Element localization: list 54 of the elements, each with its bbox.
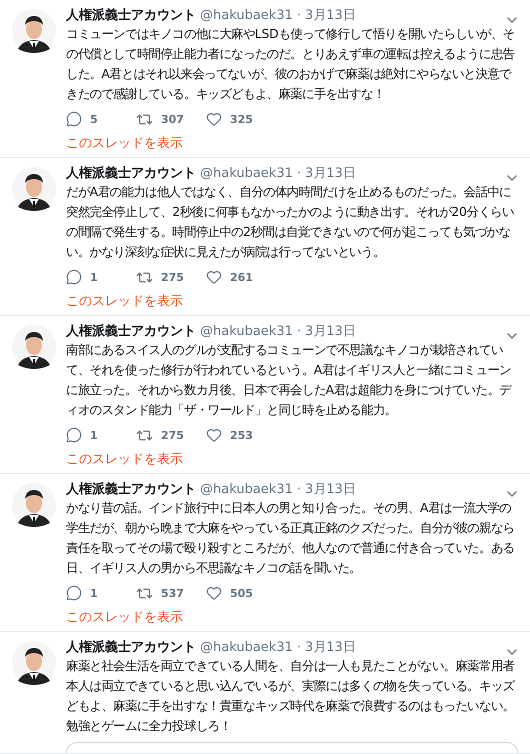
- tweet-text: コミューンではキノコの他に大麻やLSDも使って修行して悟りを開いたらしいが、その代償として時間停止能力者になったのだ。とりあえず車の運転は控えるように忠告した。A君とはそれ以来会ってないが、彼のおかげで麻薬は絶対にやらないと決意できたので感謝している。キッズどもよ、麻薬に手を出すな！: [66, 25, 516, 103]
- speech-bubble-icon: [66, 111, 82, 127]
- speech-bubble-icon: [66, 269, 82, 285]
- tweet-text: だがA君の能力は他人ではなく、自分の体内時間だけを止めるものだった。会話中に突然完全停止して、2秒後に何事もなかったかのように動き出す。それが20分くらいの間隔で発生する。時間停止中の2秒間は自覚できないので何が起こっても気づかない。かなり深刻な症状に見えたが病院は行ってないという。: [66, 183, 515, 261]
- user-handle: @hakubaek31: [200, 7, 293, 24]
- heart-icon: [206, 585, 222, 601]
- user-name[interactable]: 人権派義士アカウント: [66, 165, 196, 182]
- show-thread-link[interactable]: このスレッドを表示: [66, 608, 183, 626]
- reply-button[interactable]: 1: [66, 585, 136, 601]
- user-name[interactable]: 人権派義士アカウント: [66, 7, 196, 24]
- show-thread-link[interactable]: このスレッドを表示: [66, 134, 183, 152]
- tweet-text: 麻薬と社会生活を両立できている人間を、自分は一人も見たことがない。麻薬常用者本人は両立できていると思い込んでいるが、実際には多くの物を失っている。キッズどもよ、麻薬に手を出すな！貴重なキッズ時代を麻薬で浪費するのはもったいない。勉強とゲームに全力投球しろ！: [66, 657, 516, 735]
- user-handle: @hakubaek31: [200, 323, 293, 340]
- heart-icon: [206, 111, 222, 127]
- user-handle: @hakubaek31: [200, 481, 293, 498]
- tweet-text: 南部にあるスイス人のグルが支配するコミューンで不思議なキノコが栽培されていて、それを使った修行が行われているという。A君はイギリス人と一緒にコミューンに旅立った。それから数カ月後、日本で再会したA君は超能力を身につけていた。ディオのスタンド能力「ザ・ワールド」と同じ時を止める能力。: [66, 341, 513, 419]
- separator-dot: ·: [296, 165, 302, 182]
- user-handle: @hakubaek31: [200, 165, 293, 182]
- separator-dot: ·: [296, 323, 302, 340]
- separator-dot: ·: [296, 639, 302, 656]
- like-button[interactable]: 261: [206, 269, 276, 285]
- user-name[interactable]: 人権派義士アカウント: [66, 639, 196, 656]
- retweet-button[interactable]: 537: [136, 584, 206, 602]
- tweet-date[interactable]: 3月13日: [305, 323, 356, 340]
- like-button[interactable]: 505: [206, 585, 276, 601]
- like-button[interactable]: 325: [206, 111, 276, 127]
- avatar[interactable]: [12, 325, 56, 369]
- show-thread-link[interactable]: このスレッドを表示: [66, 292, 183, 310]
- avatar[interactable]: [12, 641, 56, 685]
- user-handle: @hakubaek31: [200, 639, 293, 656]
- reply-button[interactable]: 1: [66, 427, 136, 443]
- reply-button[interactable]: 5: [66, 111, 136, 127]
- avatar[interactable]: [12, 483, 56, 527]
- heart-icon: [206, 427, 222, 443]
- avatar[interactable]: [12, 9, 56, 53]
- tweet-date[interactable]: 3月13日: [305, 165, 356, 182]
- retweet-button[interactable]: 275: [136, 268, 206, 286]
- user-name[interactable]: 人権派義士アカウント: [66, 323, 196, 340]
- tweet-date[interactable]: 3月13日: [305, 639, 356, 656]
- heart-icon: [206, 269, 222, 285]
- like-button[interactable]: 253: [206, 427, 276, 443]
- tweet-date[interactable]: 3月13日: [305, 7, 356, 24]
- avatar[interactable]: [12, 167, 56, 211]
- reply-button[interactable]: 1: [66, 269, 136, 285]
- separator-dot: ·: [296, 7, 302, 24]
- speech-bubble-icon: [66, 585, 82, 601]
- separator-dot: ·: [296, 481, 302, 498]
- tweet-text: かなり昔の話。インド旅行中に日本人の男と知り合った。その男、A君は一流大学の学生だが、朝から晩まで大麻をやっている正真正銘のクズだった。自分が彼の親なら責任を取ってその場で殴り殺すところだが、他人なので普通に付き合っていた。ある日、イギリス人の男から不思議なキノコの話を聞いた。: [66, 499, 516, 577]
- retweet-button[interactable]: 275: [136, 426, 206, 444]
- tweet-date[interactable]: 3月13日: [305, 481, 356, 498]
- speech-bubble-icon: [66, 427, 82, 443]
- user-name[interactable]: 人権派義士アカウント: [66, 481, 196, 498]
- retweet-button[interactable]: 307: [136, 110, 206, 128]
- show-thread-link[interactable]: このスレッドを表示: [66, 450, 183, 468]
